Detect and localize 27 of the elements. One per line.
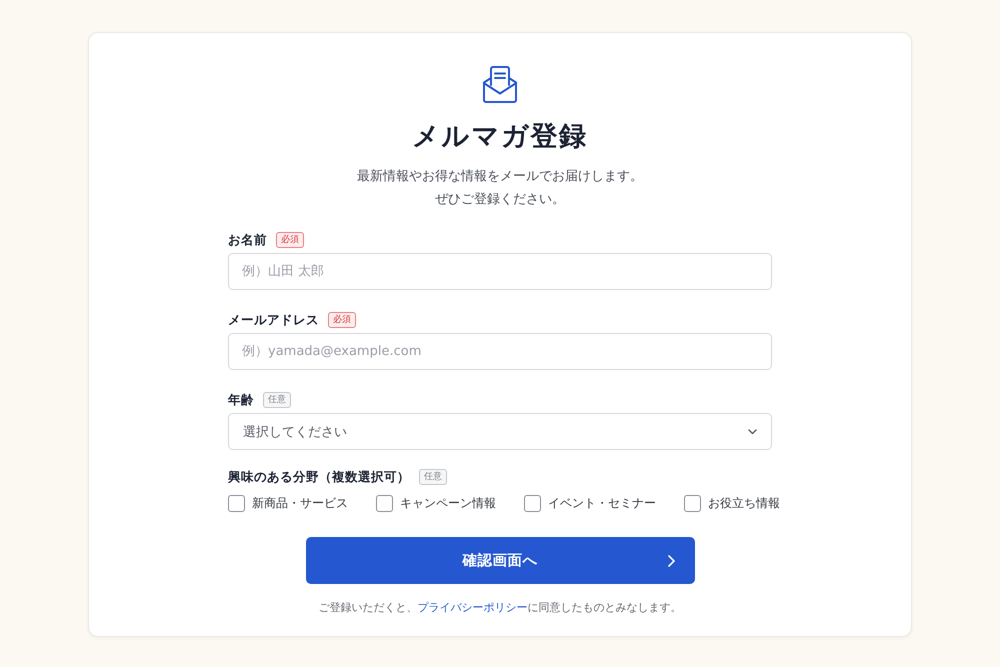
text-input-field[interactable]: 例）yamada@example.com bbox=[228, 333, 772, 370]
consent-text: ご登録いただくと、プライバシーポリシーに同意したものとみなします。 bbox=[318, 600, 682, 616]
field-label: メールアドレス bbox=[228, 312, 319, 328]
checkbox[interactable] bbox=[376, 495, 393, 512]
chevron-right-icon bbox=[668, 554, 674, 566]
checkbox-label[interactable]: お役立ち情報 bbox=[708, 495, 780, 512]
optional-badge: 任意 bbox=[419, 469, 447, 485]
checkbox[interactable] bbox=[228, 495, 245, 512]
envelope-letter-icon bbox=[480, 65, 520, 105]
checkbox[interactable] bbox=[524, 495, 541, 512]
page-title: メルマガ登録 bbox=[412, 120, 588, 154]
confirm-button[interactable]: 確認画面へ bbox=[306, 537, 694, 584]
checkbox-label[interactable]: キャンペーン情報 bbox=[400, 495, 496, 512]
checkbox[interactable] bbox=[684, 495, 701, 512]
select-dropdown[interactable]: 選択してください bbox=[228, 413, 772, 450]
field-label: 年齢 bbox=[228, 392, 254, 408]
text-input-field[interactable]: 例）山田 太郎 bbox=[228, 253, 772, 290]
optional-badge: 任意 bbox=[263, 392, 291, 408]
field-label: 興味のある分野（複数選択可） bbox=[228, 468, 410, 486]
chevron-down-icon bbox=[748, 428, 757, 434]
required-badge: 必須 bbox=[328, 312, 356, 328]
checkbox-label[interactable]: 新商品・サービス bbox=[252, 495, 348, 512]
description-text: 最新情報やお得な情報をメールでお届けします。 ぜひご登録ください。 bbox=[357, 168, 643, 209]
checkbox-label[interactable]: イベント・セミナー bbox=[548, 495, 656, 512]
required-badge: 必須 bbox=[276, 232, 304, 248]
privacy-policy-link[interactable]: プライバシーポリシー bbox=[418, 601, 528, 614]
field-label: お名前 bbox=[228, 232, 267, 248]
